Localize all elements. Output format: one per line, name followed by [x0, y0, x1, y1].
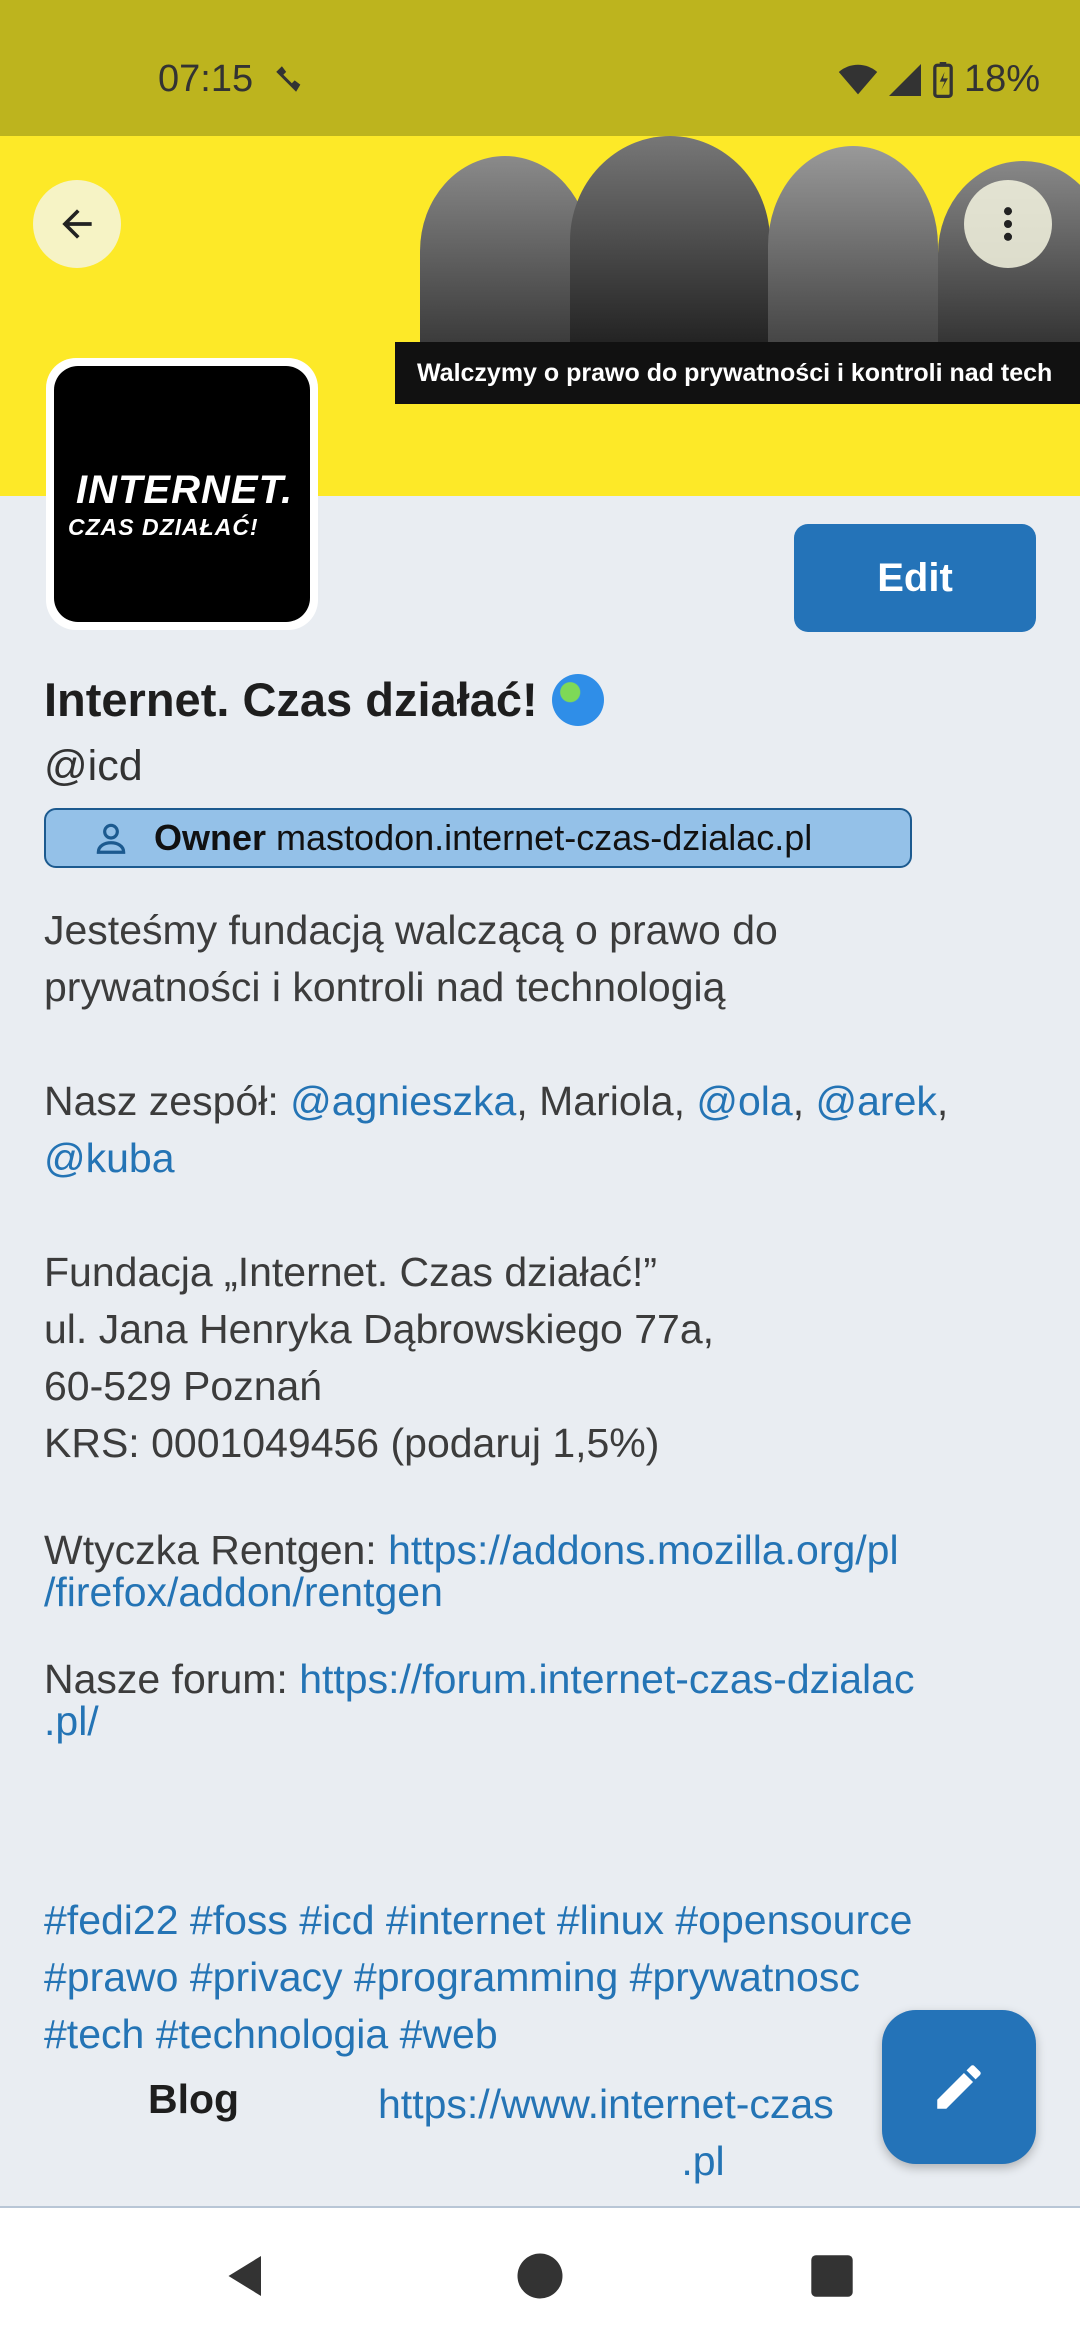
more-options-button[interactable]: [964, 180, 1052, 268]
nav-recents-icon: [811, 2255, 853, 2297]
status-time: 07:15: [158, 58, 254, 100]
team-separator: ,: [792, 1078, 816, 1124]
plugin-prefix: Wtyczka Rentgen:: [44, 1527, 389, 1573]
mention-agnieszka[interactable]: @agnieszka: [290, 1078, 516, 1124]
address-line3: 60-529 Poznań: [44, 1363, 323, 1409]
nav-back-icon: [228, 2256, 261, 2296]
nav-home-button[interactable]: [512, 2248, 568, 2304]
bio-plugin: Wtyczka Rentgen: https://addons.mozilla.…: [44, 1529, 1024, 1613]
profile-bio: Jesteśmy fundacją walczącą o prawo do pr…: [44, 902, 1024, 1799]
address-line1: Fundacja „Internet. Czas działać!”: [44, 1249, 657, 1295]
forum-prefix: Nasze forum:: [44, 1656, 300, 1702]
forum-link-part1: https://forum.internet-czas-dzialac: [299, 1656, 915, 1702]
role-badge: Owner mastodon.internet-czas-dzialac.pl: [44, 808, 912, 868]
banner-caption: Walczymy o prawo do prywatności i kontro…: [395, 342, 1080, 404]
hashtags-line3[interactable]: #tech #technologia #web: [44, 2011, 498, 2057]
edit-profile-button[interactable]: Edit: [794, 524, 1036, 632]
compose-fab-button[interactable]: [882, 2010, 1036, 2164]
mention-kuba[interactable]: @kuba: [44, 1135, 175, 1181]
team-separator: , Mariola,: [516, 1078, 697, 1124]
hashtags-line1[interactable]: #fedi22 #foss #icd #internet #linux #ope…: [44, 1897, 912, 1943]
forum-link-part2: .pl/: [44, 1698, 99, 1744]
avatar-logo: INTERNET. CZAS DZIAŁAĆ!: [54, 366, 310, 622]
status-right: 18%: [838, 58, 1040, 101]
more-vertical-icon: [1003, 207, 1013, 241]
signal-icon: [888, 63, 921, 96]
bio-intro: Jesteśmy fundacją walczącą o prawo do pr…: [44, 902, 1024, 1016]
bio-forum: Nasze forum: https://forum.internet-czas…: [44, 1658, 1024, 1742]
role-label: Owner: [154, 817, 267, 858]
battery-percent: 18%: [963, 58, 1040, 100]
avatar-logo-line2: CZAS DZIAŁAĆ!: [68, 514, 259, 540]
bio-address: Fundacja „Internet. Czas działać!” ul. J…: [44, 1244, 1024, 1472]
profile-avatar[interactable]: INTERNET. CZAS DZIAŁAĆ!: [46, 358, 318, 630]
display-name-text: Internet. Czas działać!: [44, 673, 538, 726]
team-separator: ,: [936, 1078, 949, 1124]
bio-intro-line1: Jesteśmy fundacją walczącą o prawo do: [44, 907, 778, 953]
address-line2: ul. Jana Henryka Dąbrowskiego 77a,: [44, 1306, 715, 1352]
bio-team: Nasz zespół: @agnieszka, Mariola, @ola, …: [44, 1073, 1024, 1187]
bio-intro-line2: prywatności i kontroli nad technologią: [44, 964, 726, 1010]
person-icon: [96, 823, 126, 854]
back-arrow-icon: [62, 209, 92, 239]
plugin-link-part2: /firefox/addon/rentgen: [44, 1569, 443, 1615]
battery-icon: [933, 61, 953, 98]
avatar-logo-line1: INTERNET.: [76, 468, 294, 512]
system-navigation-bar: [0, 2208, 1080, 2340]
address-line4: KRS: 0001049456 (podaruj 1,5%): [44, 1420, 660, 1466]
wifi-icon: [838, 64, 878, 94]
plugin-link-part1: https://addons.mozilla.org/pl: [388, 1527, 899, 1573]
mention-arek[interactable]: @arek: [816, 1078, 937, 1124]
back-button[interactable]: [33, 180, 121, 268]
mention-ola[interactable]: @ola: [696, 1078, 792, 1124]
account-handle: @icd: [44, 742, 143, 790]
display-name: Internet. Czas działać!: [44, 672, 604, 727]
tool-icon: [276, 66, 301, 92]
hashtags-line2[interactable]: #prawo #privacy #programming #prywatnosc: [44, 1954, 860, 2000]
nav-recents-button[interactable]: [804, 2248, 860, 2304]
status-bar: 07:15 18%: [0, 0, 1080, 136]
pencil-icon: [937, 2065, 981, 2109]
field-label-blog: Blog: [148, 2076, 240, 2122]
nav-back-button[interactable]: [218, 2248, 274, 2304]
role-domain: mastodon.internet-czas-dzialac.pl: [276, 817, 813, 858]
nav-home-icon: [517, 2253, 563, 2299]
team-prefix: Nasz zespół:: [44, 1078, 291, 1124]
globe-emoji-icon: [551, 673, 604, 726]
